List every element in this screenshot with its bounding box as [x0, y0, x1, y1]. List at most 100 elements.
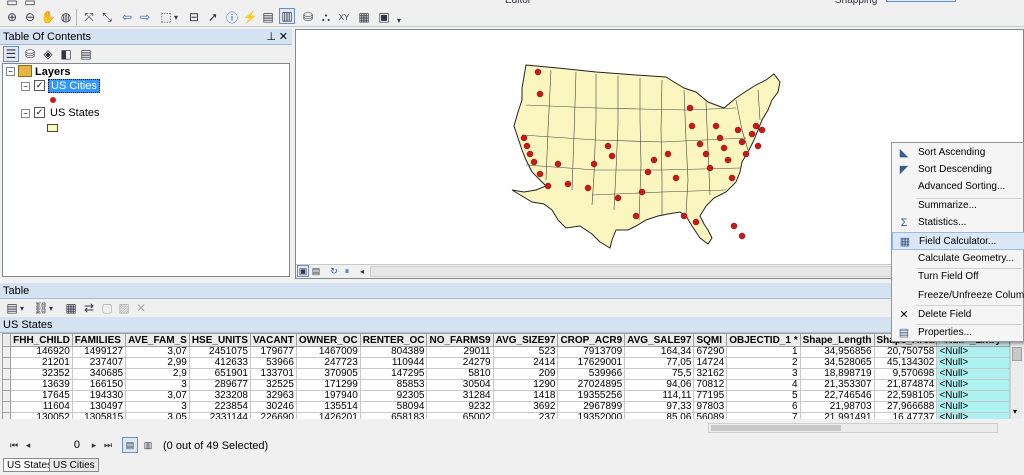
table-row[interactable]: 17645 194330 3,07 323208 32963 197940 92305 312…: [2, 390, 1010, 402]
table-cell[interactable]: 171299: [295, 379, 361, 391]
table-cell[interactable]: 9,570698: [873, 368, 938, 380]
zoom-out-icon[interactable]: ⊖: [22, 9, 38, 25]
column-header[interactable]: VACANT: [249, 333, 297, 347]
table-cell[interactable]: 3,07: [125, 346, 190, 358]
table-cell[interactable]: 539966: [557, 368, 626, 380]
table-cell[interactable]: 2,9: [125, 368, 190, 380]
list-by-selection-icon[interactable]: ◧: [58, 46, 74, 62]
table-cell[interactable]: 19352000: [557, 412, 626, 419]
table-cell[interactable]: 370905: [295, 368, 361, 380]
us-states-expander[interactable]: −: [21, 109, 30, 118]
clear-selection-icon[interactable]: ⊟: [186, 9, 202, 25]
table-cell[interactable]: 32352: [10, 368, 73, 380]
menu-freeze-unfreeze-column[interactable]: Freeze/Unfreeze Column: [892, 287, 1024, 305]
menu-summarize[interactable]: Summarize...: [892, 197, 1024, 215]
tab-us-cities[interactable]: US Cities: [49, 458, 99, 472]
toolbar-options-icon[interactable]: ▾: [395, 12, 403, 28]
table-cell[interactable]: 5810: [426, 368, 494, 380]
row-selector[interactable]: [2, 368, 12, 380]
table-cell[interactable]: 21,874874: [873, 379, 938, 391]
table-cell[interactable]: <Null>: [936, 379, 1010, 391]
layers-expander[interactable]: −: [6, 67, 15, 76]
us-states-label[interactable]: US States: [50, 107, 100, 119]
last-record-icon[interactable]: ⏭: [100, 437, 116, 453]
table-cell[interactable]: 77,05: [624, 357, 695, 369]
table-cell[interactable]: 3: [125, 401, 190, 413]
table-cell[interactable]: 21,991491: [799, 412, 875, 419]
record-number-input[interactable]: 0: [36, 439, 84, 453]
table-cell[interactable]: 223854: [188, 401, 251, 413]
column-header[interactable]: OWNER_OC: [295, 333, 361, 347]
table-cell[interactable]: 323208: [188, 390, 251, 402]
forward-icon[interactable]: ⇨: [137, 9, 153, 25]
table-cell[interactable]: 34,528065: [799, 357, 875, 369]
snapping-buttons[interactable]: [886, 0, 956, 2]
show-all-records-icon[interactable]: ▤: [122, 437, 138, 453]
table-cell[interactable]: 247723: [295, 357, 361, 369]
pin-icon[interactable]: ⊥: [266, 29, 276, 45]
table-row[interactable]: 146920 1499127 3,07 2451075 179677 1467009 804…: [2, 346, 1010, 358]
us-states-checkbox[interactable]: ✓: [34, 107, 45, 118]
menu-calculate-geometry[interactable]: Calculate Geometry...: [892, 250, 1024, 268]
select-by-attributes-icon[interactable]: ▦: [63, 300, 79, 316]
previous-record-icon[interactable]: ◂: [20, 437, 36, 453]
delete-selected-icon[interactable]: ✕: [133, 300, 149, 316]
table-horizontal-scrollbar[interactable]: [708, 423, 998, 433]
us-cities-label[interactable]: US Cities: [48, 79, 100, 93]
column-header[interactable]: SQMI: [693, 333, 728, 347]
hscroll-thumb[interactable]: [711, 425, 841, 431]
scroll-left-icon[interactable]: ◂: [356, 265, 368, 277]
row-selector[interactable]: [2, 346, 12, 358]
table-cell[interactable]: 412633: [188, 357, 251, 369]
list-by-drawing-order-icon[interactable]: ☰: [3, 46, 19, 62]
close-icon[interactable]: ✕: [279, 29, 288, 45]
measure-icon[interactable]: ▥: [279, 8, 295, 24]
table-cell[interactable]: <Null>: [936, 412, 1010, 419]
table-cell[interactable]: 340685: [71, 368, 127, 380]
table-cell[interactable]: 133701: [249, 368, 297, 380]
table-cell[interactable]: 179677: [249, 346, 297, 358]
table-cell[interactable]: 21,98703: [799, 401, 875, 413]
table-cell[interactable]: 97803: [693, 401, 728, 413]
table-cell[interactable]: 85853: [359, 379, 428, 391]
refresh-icon[interactable]: ↻: [328, 265, 340, 277]
us-cities-checkbox[interactable]: ✓: [34, 80, 45, 91]
table-cell[interactable]: 194330: [71, 390, 127, 402]
table-cell[interactable]: 30246: [249, 401, 297, 413]
column-header[interactable]: CROP_ACR9: [557, 333, 626, 347]
scroll-thumb[interactable]: [1012, 347, 1022, 361]
table-cell[interactable]: 804389: [359, 346, 428, 358]
table-cell[interactable]: 1467009: [295, 346, 361, 358]
column-header[interactable]: RENTER_OC: [359, 333, 428, 347]
layout-view-icon[interactable]: ▤: [310, 265, 322, 277]
table-cell[interactable]: <Null>: [936, 346, 1010, 358]
pause-drawing-icon[interactable]: ⏸: [341, 265, 353, 277]
table-cell[interactable]: 32963: [249, 390, 297, 402]
table-cell[interactable]: 1418: [492, 390, 559, 402]
table-cell[interactable]: 147295: [359, 368, 428, 380]
table-cell[interactable]: 21,353307: [799, 379, 875, 391]
list-by-source-icon[interactable]: ⛁: [22, 46, 38, 62]
table-cell[interactable]: 75,5: [624, 368, 695, 380]
find-icon[interactable]: ⛁: [300, 9, 316, 25]
dropdown-arrow-icon[interactable]: ▾: [172, 9, 180, 25]
table-cell[interactable]: 11604: [10, 401, 73, 413]
table-cell[interactable]: 114,11: [624, 390, 695, 402]
fixed-zoom-in-icon[interactable]: ⤧: [81, 9, 97, 25]
table-cell[interactable]: 20,750758: [873, 346, 938, 358]
switch-selection-icon[interactable]: ⇄: [81, 300, 97, 316]
editor-toolbar-dropdown[interactable]: Editor: [505, 0, 555, 8]
table-options-arrow-icon[interactable]: ▾: [18, 300, 26, 316]
table-cell[interactable]: 135514: [295, 401, 361, 413]
table-cell[interactable]: 14724: [693, 357, 728, 369]
time-slider-icon[interactable]: ▦: [356, 9, 372, 25]
find-route-icon[interactable]: ⛬: [318, 9, 334, 25]
fixed-zoom-out-icon[interactable]: ⤡: [99, 9, 115, 25]
zoom-to-selected-icon[interactable]: ▨: [116, 300, 132, 316]
table-cell[interactable]: 27,966688: [873, 401, 938, 413]
table-cell[interactable]: 3,07: [125, 390, 190, 402]
menu-sort-ascending[interactable]: ◣ Sort Ascending: [892, 144, 1024, 162]
table-cell[interactable]: 4: [726, 379, 801, 391]
menu-statistics[interactable]: Σ Statistics...: [892, 214, 1024, 232]
table-cell[interactable]: 70812: [693, 379, 728, 391]
